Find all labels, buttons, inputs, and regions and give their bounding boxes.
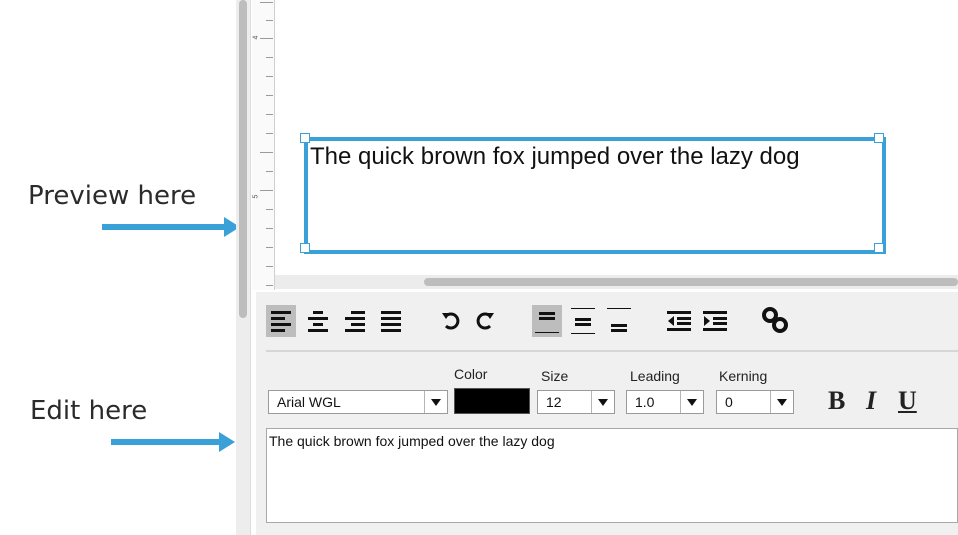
- vertical-ruler: 4 5: [252, 0, 275, 290]
- redo-button[interactable]: [470, 305, 500, 337]
- bold-button[interactable]: B: [828, 386, 845, 416]
- edit-text-content: The quick brown fox jumped over the lazy…: [269, 433, 555, 449]
- size-label: Size: [541, 368, 569, 384]
- kerning-select[interactable]: 0: [716, 390, 794, 414]
- kerning-select-value: 0: [725, 394, 733, 410]
- align-right-button[interactable]: [340, 305, 370, 337]
- link-icon: [762, 307, 788, 333]
- align-left-button[interactable]: [266, 305, 296, 337]
- undo-button[interactable]: [436, 305, 466, 337]
- ruler-number: 5: [252, 194, 260, 199]
- justify-button[interactable]: [376, 305, 406, 337]
- align-center-icon: [308, 310, 328, 332]
- vertical-scrollbar-thumb[interactable]: [239, 0, 247, 318]
- underline-button[interactable]: U: [898, 386, 917, 416]
- leading-select[interactable]: 1.0: [626, 390, 704, 414]
- redo-icon: [476, 312, 494, 330]
- indent-button[interactable]: [700, 305, 730, 337]
- horizontal-scrollbar-thumb[interactable]: [424, 278, 958, 286]
- align-center-button[interactable]: [303, 305, 333, 337]
- font-select[interactable]: Arial WGL: [268, 390, 448, 414]
- ruler-number: 4: [252, 35, 260, 40]
- resize-handle-top-right[interactable]: [874, 133, 884, 143]
- undo-icon: [442, 312, 460, 330]
- size-select-value: 12: [546, 394, 562, 410]
- toolbar-divider: [266, 350, 958, 352]
- outdent-button[interactable]: [664, 305, 694, 337]
- valign-middle-button[interactable]: [568, 305, 598, 337]
- chevron-down-icon[interactable]: [770, 391, 793, 413]
- valign-bottom-icon: [607, 308, 631, 332]
- preview-text: The quick brown fox jumped over the lazy…: [310, 143, 800, 170]
- justify-icon: [381, 310, 401, 332]
- preview-callout: Preview here: [28, 181, 197, 211]
- valign-top-icon: [535, 312, 559, 333]
- valign-top-button[interactable]: [532, 305, 562, 337]
- resize-handle-bottom-right[interactable]: [874, 243, 884, 253]
- kerning-label: Kerning: [719, 368, 768, 384]
- link-button[interactable]: [760, 304, 790, 336]
- preview-arrow-icon: [102, 217, 240, 237]
- preview-text-box[interactable]: The quick brown fox jumped over the lazy…: [304, 137, 886, 254]
- chevron-down-icon[interactable]: [424, 391, 447, 413]
- leading-select-value: 1.0: [635, 394, 655, 410]
- chevron-down-icon[interactable]: [591, 391, 614, 413]
- color-swatch[interactable]: [454, 388, 530, 414]
- valign-middle-icon: [571, 308, 595, 334]
- resize-handle-top-left[interactable]: [300, 133, 310, 143]
- font-select-value: Arial WGL: [277, 394, 341, 410]
- valign-bottom-button[interactable]: [604, 305, 634, 337]
- indent-icon: [703, 311, 727, 331]
- align-left-icon: [271, 310, 291, 332]
- edit-arrow-icon: [111, 432, 235, 452]
- chevron-down-icon[interactable]: [680, 391, 703, 413]
- outdent-icon: [667, 311, 691, 331]
- edit-callout: Edit here: [30, 396, 148, 426]
- resize-handle-bottom-left[interactable]: [300, 243, 310, 253]
- align-right-icon: [345, 310, 365, 332]
- size-select[interactable]: 12: [537, 390, 615, 414]
- italic-button[interactable]: I: [866, 386, 876, 416]
- text-edit-area[interactable]: The quick brown fox jumped over the lazy…: [266, 428, 958, 523]
- color-label: Color: [454, 366, 488, 382]
- leading-label: Leading: [630, 368, 680, 384]
